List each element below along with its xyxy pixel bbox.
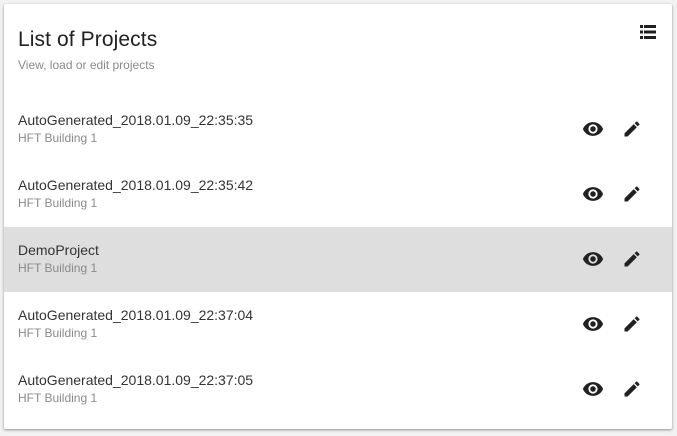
pencil-icon bbox=[624, 251, 640, 267]
project-building: HFT Building 1 bbox=[18, 261, 98, 275]
project-name: AutoGenerated_2018.01.09_22:35:35 bbox=[18, 112, 254, 128]
list-view-icon bbox=[640, 25, 656, 39]
eye-icon bbox=[582, 187, 604, 201]
pencil-icon bbox=[624, 316, 640, 332]
project-name: AutoGenerated_2018.01.09_22:35:42 bbox=[18, 177, 254, 193]
project-name: DemoProject bbox=[18, 242, 99, 258]
view-project-button[interactable] bbox=[581, 247, 605, 271]
edit-project-button[interactable] bbox=[620, 182, 644, 206]
project-row[interactable]: AutoGenerated_2018.01.09_22:35:42 HFT Bu… bbox=[4, 162, 672, 227]
card-header: List of Projects View, load or edit proj… bbox=[4, 4, 672, 97]
project-building: HFT Building 1 bbox=[18, 326, 98, 340]
page-title: List of Projects bbox=[18, 28, 158, 51]
edit-project-button[interactable] bbox=[620, 377, 644, 401]
project-building: HFT Building 1 bbox=[18, 131, 98, 145]
view-project-button[interactable] bbox=[581, 117, 605, 141]
view-project-button[interactable] bbox=[581, 312, 605, 336]
project-row[interactable]: AutoGenerated_2018.01.09_22:37:05 HFT Bu… bbox=[4, 357, 672, 422]
eye-icon bbox=[582, 122, 604, 136]
project-row[interactable]: AutoGenerated_2018.01.09_22:37:04 HFT Bu… bbox=[4, 292, 672, 357]
view-project-button[interactable] bbox=[581, 377, 605, 401]
pencil-icon bbox=[624, 121, 640, 137]
projects-card: List of Projects View, load or edit proj… bbox=[4, 4, 672, 429]
eye-icon bbox=[582, 382, 604, 396]
pencil-icon bbox=[624, 381, 640, 397]
project-building: HFT Building 1 bbox=[18, 196, 98, 210]
project-row[interactable]: AutoGenerated_2018.01.09_22:35:35 HFT Bu… bbox=[4, 97, 672, 162]
edit-project-button[interactable] bbox=[620, 247, 644, 271]
edit-project-button[interactable] bbox=[620, 117, 644, 141]
project-name: AutoGenerated_2018.01.09_22:37:04 bbox=[18, 307, 254, 323]
view-project-button[interactable] bbox=[581, 182, 605, 206]
project-list: AutoGenerated_2018.01.09_22:35:35 HFT Bu… bbox=[4, 97, 672, 422]
page-subtitle: View, load or edit projects bbox=[18, 58, 155, 72]
project-row[interactable]: DemoProject HFT Building 1 bbox=[4, 227, 672, 292]
project-building: HFT Building 1 bbox=[18, 391, 98, 405]
edit-project-button[interactable] bbox=[620, 312, 644, 336]
pencil-icon bbox=[624, 186, 640, 202]
project-name: AutoGenerated_2018.01.09_22:37:05 bbox=[18, 372, 254, 388]
list-view-button[interactable] bbox=[638, 22, 658, 42]
eye-icon bbox=[582, 317, 604, 331]
eye-icon bbox=[582, 252, 604, 266]
